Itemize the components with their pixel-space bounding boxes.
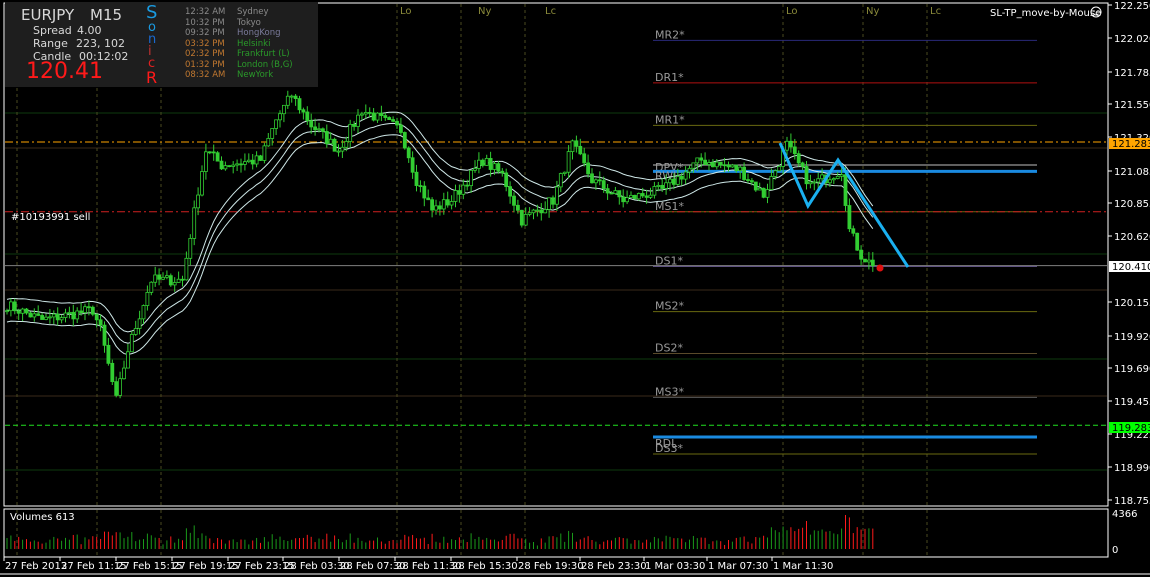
candle [258,154,263,161]
candle [215,151,220,162]
price-tag-current-text: 120.410 [1112,262,1150,273]
session-label: Ny [478,6,491,17]
price-axis-label: 122.250 [1114,1,1150,12]
price-axis-label: 120.620 [1114,232,1150,243]
sonic-letter: R [146,68,158,87]
pivot-label: DS3* [655,442,683,455]
candle [633,194,637,200]
candle [262,142,267,164]
session-label: Ny [866,6,879,17]
price-axis-label: 122.020 [1114,34,1150,45]
date-axis-label: 1 Mar 03:30 [645,561,705,572]
candle [761,187,766,199]
volume-min-label: 0 [1112,545,1118,556]
date-axis-label: 1 Mar 07:30 [708,561,768,572]
clock-city: London (B,G) [237,59,293,70]
clock-city: Helsinki [237,38,271,49]
price-axis-label: 121.785 [1114,68,1150,79]
candle [110,359,115,385]
price-tag-lower-text: 119.283 [1112,423,1150,434]
candle [227,165,232,168]
candle [332,137,337,152]
volumes-label: Volumes 613 [10,512,75,523]
clock-time: 10:32 PM [185,17,225,28]
volume-panel-frame [3,508,1109,558]
session-label: Lo [786,6,798,17]
price-axis-label: 121.085 [1114,167,1150,178]
price-axis-label: 118.755 [1114,496,1150,507]
price-axis-label: 118.990 [1114,463,1150,474]
session-label: Lc [545,6,556,17]
date-axis-label: 28 Feb 15:30 [452,561,518,572]
pivot-label: DR1* [655,71,684,84]
candle [402,131,407,150]
clock-time: 08:32 AM [185,70,226,80]
pivot-label: MR1* [655,113,685,126]
clock-city: HongKong [237,28,281,38]
candle [753,181,758,192]
session-label: Lo [400,6,412,17]
date-axis-label: 28 Feb 19:30 [518,561,584,572]
clock-city: Sydney [237,7,269,17]
clock-time: 12:32 AM [185,7,226,17]
candle [129,331,134,353]
price-axis-label: 120.155 [1114,298,1150,309]
candle [519,209,524,228]
clock-time: 02:32 PM [185,49,225,59]
indicator-title: SL-TP_move-by-Mouse [990,8,1101,19]
candle [168,273,173,287]
candle [855,232,860,251]
symbol-info-panel: EURJPY M15 Spread 4.00 Range 223, 102 Ca… [5,2,318,87]
price-tag-upper-text: 121.283 [1112,139,1150,150]
order-label: #10193991 sell [11,212,90,223]
clock-city: Tokyo [237,17,261,28]
date-axis-label: 1 Mar 11:30 [773,561,833,572]
pivot-label: DS2* [655,341,683,354]
pivot-label: MS3* [655,385,684,398]
clock-time: 09:32 PM [185,28,225,38]
price-axis-label: 119.690 [1114,364,1150,375]
clock-city: Frankfurt (L) [237,49,290,59]
pivot-label: MR2* [655,28,685,41]
symbol-name: EURJPY [21,6,75,24]
pivot-label: MS2* [655,300,684,313]
date-axis-label: 28 Feb 23:30 [581,561,647,572]
spread-label: Spread [33,24,72,37]
spread-value: 4.00 [77,24,102,37]
clock-time: 03:32 PM [185,38,225,49]
price-axis-label: 119.455 [1114,397,1150,408]
session-label: Lc [930,6,941,17]
clock-city: NewYork [237,70,274,80]
timeframe: M15 [90,6,123,24]
price-axis-label: 120.855 [1114,199,1150,210]
candle [863,258,867,263]
price-marker-dot [876,264,884,272]
price-axis-label: 119.920 [1114,332,1150,343]
current-price: 120.41 [26,59,103,84]
price-axis-label: 121.550 [1114,100,1150,111]
range-value: 223, 102 [76,37,125,50]
date-axis-label: 27 Feb 2013 [5,561,67,572]
clock-time: 01:32 PM [185,59,225,70]
range-label: Range [33,37,68,50]
volume-max-label: 4366 [1112,509,1137,520]
